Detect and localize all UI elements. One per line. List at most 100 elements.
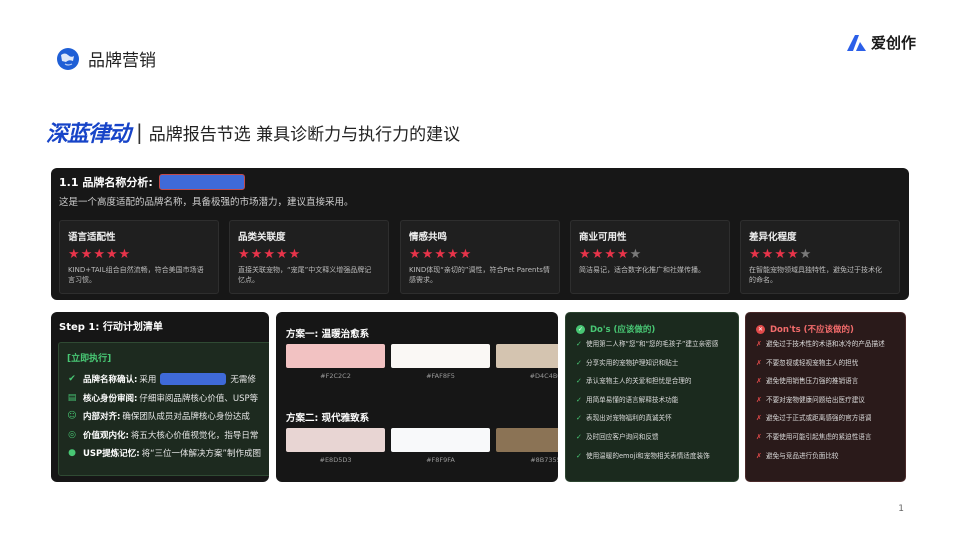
check-icon: ✓ <box>576 340 582 348</box>
color-hex: #8B7355 <box>530 456 558 464</box>
x-icon: ✗ <box>756 395 762 404</box>
do-item: ✓ 承认宠物主人的关爱和担忧是合理的 <box>576 377 728 396</box>
color-hex: #D4C4B0 <box>529 372 558 380</box>
slide: 品牌营销 爱创作 深蓝律动 | 品牌报告节选 兼具诊断力与执行力的建议 1.1 … <box>0 0 960 540</box>
guideline-text: 不要忽视或轻视宠物主人的担忧 <box>766 358 859 367</box>
hex-row: #E8D5D3 #F8F9FA #8B7355 <box>286 456 559 464</box>
color-swatch <box>391 428 490 452</box>
action-item-text: 仔细审阅品牌核心价值、USP等 <box>139 393 259 404</box>
color-hex: #E8D5D3 <box>319 456 352 464</box>
color-swatch <box>391 344 490 368</box>
action-item-text: 将“三位一体解决方案”制作成图 <box>141 449 261 460</box>
swatch-row <box>286 344 558 368</box>
dont-item: ✗ 避免过于正式或距离感强的官方语调 <box>756 414 895 433</box>
app-logo: 爱创作 <box>845 32 916 53</box>
clipboard-icon: ▤ <box>67 392 77 403</box>
guideline-text: 避免过于技术性的术语和冰冷的产品描述 <box>766 340 885 348</box>
action-plan-card: Step 1: 行动计划清单 [立即执行] ✔ 品牌名称确认: 采用 无需修 ▤ 核心身份… <box>51 312 269 482</box>
star-icon: ★ <box>616 247 630 262</box>
metric-desc-line: 的命名。 <box>749 276 777 285</box>
guideline-text: 不要使用可能引起焦虑的紧迫性语言 <box>766 432 872 441</box>
star-icon: ★ <box>786 247 800 262</box>
star-icon: ★ <box>118 247 132 262</box>
color-swatch <box>286 428 385 452</box>
action-item-label: 品牌名称确认: <box>83 375 138 386</box>
dont-item: ✗ 不要使用可能引起焦虑的紧迫性语言 <box>756 433 895 452</box>
metric-title: 差异化程度 <box>749 232 797 243</box>
metric-description: KIND体现“亲切的”调性，符合Pet Parents情 感需求。 <box>409 265 551 285</box>
metric-title: 商业可用性 <box>579 232 627 243</box>
metric-title: 情感共鸣 <box>409 232 448 243</box>
metric-desc-line: 直接关联宠物，“宠尾”中文释义增强品牌记 <box>238 266 372 274</box>
action-item: ● USP提炼记忆: 将“三位一体解决方案”制作成图 <box>67 444 269 463</box>
check-circle-icon: ✔ <box>68 374 76 385</box>
brand-name-analysis-card: 1.1 品牌名称分析: 这是一个高度适配的品牌名称，具备极强的市场潜力，建议直接… <box>51 168 909 300</box>
star-icon: ★ <box>774 247 787 262</box>
do-item: ✓ 及时回应客户询问和反馈 <box>576 433 728 452</box>
guideline-text: 使用第二人称“您”和“您的毛孩子”建立亲密感 <box>586 340 719 348</box>
action-item-label: 核心身份审阅: <box>83 393 138 404</box>
star-icon: ★ <box>761 247 775 262</box>
hex-row: #F2C2C2 #FAF8F5 #D4C4B0 <box>286 372 558 380</box>
x-icon: ✗ <box>756 451 762 460</box>
logo-mark-icon <box>846 34 866 51</box>
rating-stars: ★★★★★ <box>68 247 210 262</box>
guideline-text: 承认宠物主人的关爱和担忧是合理的 <box>586 377 692 386</box>
action-item: ▤ 核心身份审阅: 仔细审阅品牌核心价值、USP等 <box>67 389 269 408</box>
star-icon: ★ <box>250 247 264 262</box>
guideline-text: 表现出对宠物福利的真诚关怀 <box>586 414 672 423</box>
rating-stars: ★★★★★ <box>579 247 721 262</box>
star-icon: ★ <box>263 247 276 262</box>
x-icon: ✗ <box>756 432 762 441</box>
title-separator: | <box>136 120 143 144</box>
redacted-brand-name <box>158 174 245 190</box>
metric-desc-line: KIND体现“亲切的”调性，符合Pet Parents情 <box>409 266 550 274</box>
guideline-text: 用简单易懂的语言解释技术功能 <box>586 395 679 404</box>
metric-title: 语言适配性 <box>68 232 116 243</box>
action-plan-title: Step 1: 行动计划清单 <box>59 322 163 333</box>
metric-desc-line: KIND+TAIL组合自然流畅，符合美国市场语 <box>68 266 204 274</box>
metric-desc-line: 简洁易记，适合数字化推广和社媒传播。 <box>579 266 705 274</box>
title-subtitle: 品牌报告节选 兼具诊断力与执行力的建议 <box>148 124 461 145</box>
check-circle-icon: ✓ <box>576 324 585 334</box>
globe-icon <box>57 47 79 70</box>
do-item: ✓ 分享实用的宠物护理知识和贴士 <box>576 359 728 378</box>
star-icon: ★ <box>579 247 592 262</box>
check-icon: ✓ <box>576 395 582 404</box>
dont-item: ✗ 避免过于技术性的术语和冰冷的产品描述 <box>756 340 895 359</box>
do-item: ✓ 表现出对宠物福利的真诚关怀 <box>576 414 728 433</box>
star-icon: ★ <box>434 247 447 262</box>
metric-description: KIND+TAIL组合自然流畅，符合美国市场语 言习惯。 <box>68 265 210 285</box>
page-title: 深蓝律动 | 品牌报告节选 兼具诊断力与执行力的建议 <box>46 116 460 148</box>
star-icon: ★ <box>459 247 473 262</box>
color-hex: #F8F9FA <box>426 456 455 464</box>
rating-stars: ★★★★★ <box>409 247 551 262</box>
x-icon: ✗ <box>756 377 762 386</box>
guideline-text: 不要对宠物健康问题给出医疗建议 <box>766 395 865 404</box>
section-title: 品牌营销 <box>88 51 156 71</box>
immediate-tag: [立即执行] <box>67 354 112 364</box>
people-icon: ☺ <box>67 411 77 422</box>
star-icon: ★ <box>68 247 81 262</box>
do-item: ✓ 用简单易懂的语言解释技术功能 <box>576 396 728 415</box>
dont-item: ✗ 不要忽视或轻视宠物主人的担忧 <box>756 359 895 378</box>
star-icon: ★ <box>604 247 617 262</box>
metric-card: 语言适配性 ★★★★★ KIND+TAIL组合自然流畅，符合美国市场语 言习惯。 <box>59 220 219 294</box>
metric-desc-line: 在智能宠物领域具独特性，避免过于技术化 <box>749 266 882 274</box>
rating-stars: ★★★★★ <box>749 247 891 262</box>
color-swatch <box>496 428 558 452</box>
analysis-description: 这是一个高度适配的品牌名称，具备极强的市场潜力，建议直接采用。 <box>59 197 354 208</box>
logo-text: 爱创作 <box>870 34 916 52</box>
redacted-brand-name <box>160 373 227 386</box>
x-icon: ✗ <box>756 414 762 423</box>
star-icon: ★ <box>105 247 119 262</box>
scheme-title: 方案一: 温暖治愈系 <box>286 329 370 340</box>
x-icon: ✗ <box>756 358 762 367</box>
guideline-text: 分享实用的宠物护理知识和贴士 <box>586 358 679 367</box>
dont-item: ✗ 避免使用销售压力强的推销语言 <box>756 377 895 396</box>
rating-stars: ★★★★★ <box>238 247 380 262</box>
action-plan-list: [立即执行] ✔ 品牌名称确认: 采用 无需修 ▤ 核心身份审阅: 仔细审阅品牌核心价值、U… <box>58 342 269 476</box>
metric-card: 商业可用性 ★★★★★ 简洁易记，适合数字化推广和社媒传播。 <box>570 220 730 294</box>
donts-card: ✕ Don'ts (不应该做的) ✗ 避免过于技术性的术语和冰冷的产品描述 ✗ 不要忽… <box>745 312 906 482</box>
metric-description: 简洁易记，适合数字化推广和社媒传播。 <box>579 265 721 275</box>
